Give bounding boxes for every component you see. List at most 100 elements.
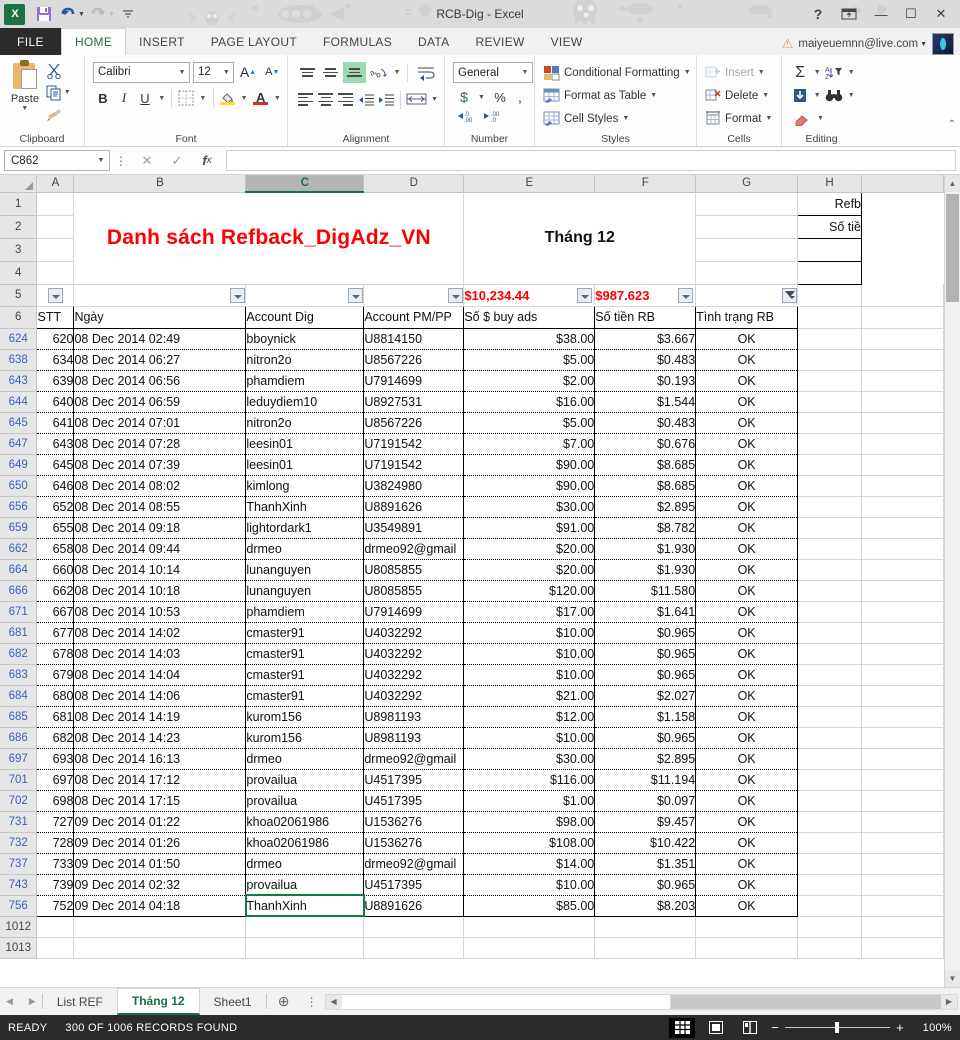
font-size-dropdown-icon[interactable]: ▼ [219, 69, 233, 76]
format-cells-dropdown-icon[interactable]: ▼ [765, 115, 772, 122]
cell-ngay[interactable]: 08 Dec 2014 14:06 [73, 685, 247, 707]
cell-ngay[interactable]: 08 Dec 2014 06:59 [73, 391, 247, 413]
cell-so-tien-rb[interactable]: $0.965 [594, 727, 697, 749]
next-sheet-icon[interactable]: ▶ [29, 996, 36, 1007]
cell-account-dig[interactable]: leesin01 [245, 433, 365, 455]
cell-stt[interactable]: 693 [36, 748, 75, 770]
cell-account-pm[interactable]: U3824980 [363, 475, 465, 497]
cell-I2[interactable]: Số tiề [797, 215, 863, 239]
row-header[interactable]: 659 [0, 517, 38, 539]
cell-stt[interactable]: 698 [36, 790, 75, 812]
row-header[interactable]: 756 [0, 895, 38, 917]
table-row[interactable]: 731 727 09 Dec 2014 01:22 khoa02061986 U1536… [0, 811, 944, 833]
cell-account-pm[interactable]: U8085855 [363, 580, 465, 602]
cell-so-tien-rb[interactable]: $1.351 [594, 853, 697, 875]
insert-function-icon[interactable]: fx [192, 150, 222, 172]
filter-dropdown-C[interactable] [245, 284, 365, 307]
cell-E1013[interactable] [463, 937, 596, 959]
cell-H1012[interactable] [797, 916, 863, 938]
cell-tinh-trang-rb[interactable]: OK [695, 853, 799, 875]
font-size-combo[interactable]: 12 ▼ [193, 61, 235, 83]
cell-stt[interactable]: 652 [36, 496, 75, 518]
cell-styles-button[interactable]: Cell Styles ▼ [539, 107, 692, 130]
cell-I[interactable] [861, 349, 944, 371]
row-header-2[interactable]: 2 [0, 215, 38, 239]
normal-view-icon[interactable] [669, 1017, 696, 1038]
row-header[interactable]: 664 [0, 559, 38, 581]
cell-buy-ads[interactable]: $21.00 [463, 685, 596, 707]
collapse-ribbon-icon[interactable]: ⌃ [948, 119, 956, 130]
cell-H4[interactable] [695, 261, 799, 285]
cell-account-pm[interactable]: U8814150 [363, 328, 465, 350]
format-painter-button[interactable] [46, 105, 80, 124]
cell-buy-ads[interactable]: $10.00 [463, 643, 596, 665]
col-header-ngay[interactable]: Ngày [73, 306, 247, 329]
row-header[interactable]: 656 [0, 496, 38, 518]
cell-stt[interactable]: 634 [36, 349, 75, 371]
cell-so-tien-rb[interactable]: $8.685 [594, 454, 697, 476]
cell-account-dig[interactable]: lunanguyen [245, 580, 365, 602]
cell-so-tien-rb[interactable]: $2.027 [594, 685, 697, 707]
cell-H[interactable] [797, 496, 863, 518]
horizontal-scrollbar[interactable]: ◀ ▶ [323, 988, 960, 1015]
borders-button[interactable] [176, 87, 196, 109]
cell-A4[interactable] [36, 261, 75, 285]
align-middle-button[interactable] [320, 62, 343, 83]
cell-G1012[interactable] [695, 916, 799, 938]
column-header-B[interactable]: B [73, 175, 247, 193]
cell-account-dig[interactable]: khoa02061986 [245, 832, 365, 854]
cell-account-pm[interactable]: U1536276 [363, 832, 465, 854]
filter-dropdown-A[interactable] [36, 284, 75, 307]
table-row[interactable]: 737 733 09 Dec 2014 01:50 drmeo drmeo92@gmai… [0, 853, 944, 875]
cell-buy-ads[interactable]: $7.00 [463, 433, 596, 455]
cell-so-tien-rb[interactable]: $11.194 [594, 769, 697, 791]
cell-buy-ads[interactable]: $5.00 [463, 412, 596, 434]
cell-H1013[interactable] [797, 937, 863, 959]
cell-tinh-trang-rb[interactable]: OK [695, 790, 799, 812]
cell-account-pm[interactable]: U8981193 [363, 706, 465, 728]
cell-ngay[interactable]: 08 Dec 2014 14:02 [73, 622, 247, 644]
number-format-combo[interactable]: General ▼ [453, 62, 533, 83]
cell-H[interactable] [797, 748, 863, 770]
formula-bar-options-icon[interactable]: ⋮ [110, 154, 132, 168]
cell-tinh-trang-rb[interactable]: OK [695, 874, 799, 896]
first-sheet-icon[interactable]: ◀ [6, 996, 13, 1007]
cell-tinh-trang-rb[interactable]: OK [695, 370, 799, 392]
cell-account-dig[interactable]: leduydiem10 [245, 391, 365, 413]
cell-I[interactable] [861, 748, 944, 770]
cell-account-dig[interactable]: provailua [245, 769, 365, 791]
underline-dropdown-icon[interactable]: ▼ [156, 87, 167, 109]
formula-input[interactable] [226, 150, 956, 171]
cell-so-tien-rb[interactable]: $0.193 [594, 370, 697, 392]
paste-dropdown-icon[interactable]: ▼ [21, 105, 28, 112]
accounting-format-button[interactable]: $ [455, 86, 473, 108]
cell-buy-ads[interactable]: $20.00 [463, 559, 596, 581]
cell-account-dig[interactable]: provailua [245, 874, 365, 896]
merge-center-button[interactable] [405, 89, 428, 110]
spreadsheet-grid[interactable]: A B C D E F G H 1 Danh sách Refback_DigA… [0, 175, 960, 987]
tab-formulas[interactable]: FORMULAS [310, 28, 405, 55]
cell-account-dig[interactable]: bboynick [245, 328, 365, 350]
cell-account-dig[interactable]: leesin01 [245, 454, 365, 476]
cell-ngay[interactable]: 08 Dec 2014 14:03 [73, 643, 247, 665]
row-header[interactable]: 681 [0, 622, 38, 644]
cell-buy-ads[interactable]: $108.00 [463, 832, 596, 854]
cell-I[interactable] [861, 370, 944, 392]
cell-buy-ads[interactable]: $10.00 [463, 874, 596, 896]
cell-ngay[interactable]: 08 Dec 2014 08:02 [73, 475, 247, 497]
cell-ngay[interactable]: 08 Dec 2014 08:55 [73, 496, 247, 518]
cell-stt[interactable]: 667 [36, 601, 75, 623]
column-header-D[interactable]: D [363, 175, 465, 193]
cell-tinh-trang-rb[interactable]: OK [695, 496, 799, 518]
cell-I[interactable] [861, 559, 944, 581]
filter-dropdown-D[interactable] [363, 284, 465, 307]
row-header[interactable]: 732 [0, 832, 38, 854]
cell-account-dig[interactable]: lightordark1 [245, 517, 365, 539]
shrink-font-button[interactable]: A ▼ [262, 61, 283, 83]
column-header-G[interactable]: G [695, 175, 799, 193]
cell-I[interactable] [861, 895, 944, 917]
table-row[interactable]: 659 655 08 Dec 2014 09:18 lightordark1 U3549… [0, 517, 944, 539]
cell-buy-ads[interactable]: $20.00 [463, 538, 596, 560]
cell-so-tien-rb[interactable]: $1.544 [594, 391, 697, 413]
cancel-x-icon[interactable]: ✕ [132, 150, 162, 172]
